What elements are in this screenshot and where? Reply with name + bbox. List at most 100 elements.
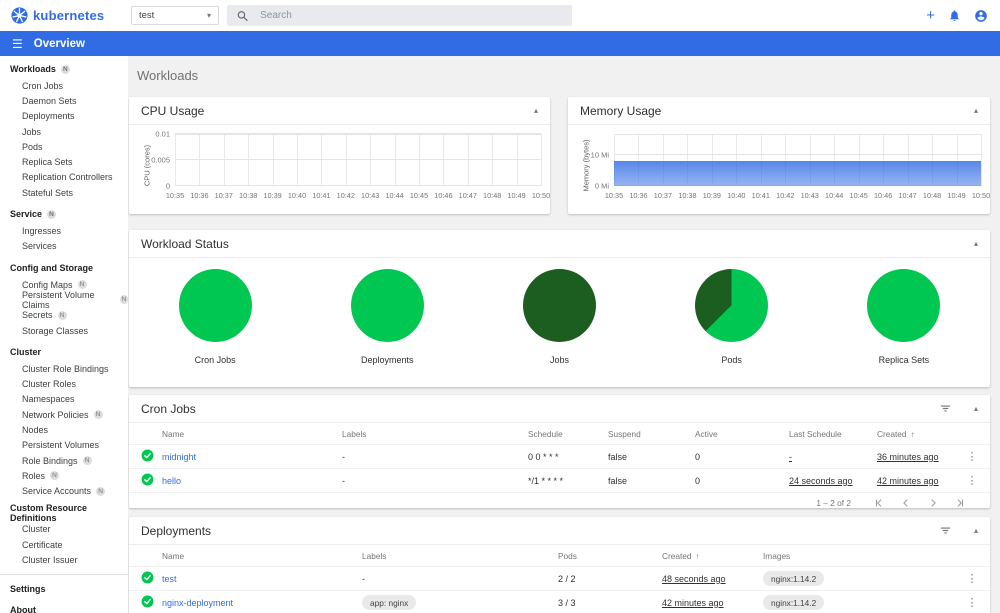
resource-name-link[interactable]: nginx-deployment <box>162 598 233 608</box>
workload-status-pie-pods: Pods <box>695 269 769 365</box>
x-axis-tick: 10:38 <box>678 191 697 200</box>
collapse-up-icon[interactable]: ▴ <box>974 239 978 248</box>
namespace-selector[interactable]: test ▾ <box>131 6 219 25</box>
sidebar-item-about[interactable]: About <box>0 600 128 613</box>
sidebar-item-label: Cluster Issuer <box>22 555 78 566</box>
sidebar-section-config-and-storage[interactable]: Config and Storage <box>0 259 128 277</box>
search-input[interactable] <box>260 10 562 21</box>
x-axis-tick: 10:45 <box>849 191 868 200</box>
pagination-range: 1 – 2 of 2 <box>816 497 851 508</box>
chart-gridline <box>175 134 176 186</box>
memory-usage-area-series <box>614 161 981 186</box>
status-ok-icon <box>129 473 162 488</box>
sidebar-section-workloads[interactable]: Workloads N <box>0 60 128 78</box>
filter-icon[interactable] <box>939 402 952 415</box>
row-menu-ellipsis-icon[interactable]: ⋮ <box>960 450 990 463</box>
last-page-icon[interactable] <box>955 498 965 508</box>
filter-icon[interactable] <box>939 524 952 537</box>
sidebar-item-network-policies[interactable]: Network Policies N <box>0 407 128 422</box>
sidebar-item-namespaces[interactable]: Namespaces <box>0 392 128 407</box>
row-menu-ellipsis-icon[interactable]: ⋮ <box>960 596 990 609</box>
kubernetes-logo[interactable]: kubernetes <box>11 7 121 24</box>
resource-name-link[interactable]: midnight <box>162 452 196 462</box>
x-axis-tick: 10:49 <box>507 191 526 200</box>
x-axis-tick: 10:50 <box>531 191 551 200</box>
create-plus-icon[interactable]: + <box>926 8 935 23</box>
sidebar-item-certificate[interactable]: Certificate <box>0 537 128 552</box>
sidebar-divider <box>0 573 128 575</box>
sidebar-item-role-bindings[interactable]: Role Bindings N <box>0 453 128 468</box>
sidebar-item-daemon-sets[interactable]: Daemon Sets <box>0 93 128 108</box>
sidebar-item-replication-controllers[interactable]: Replication Controllers <box>0 170 128 185</box>
table-row[interactable]: test - 2 / 2 48 seconds ago nginx:1.14.2 ⋮ <box>129 566 990 590</box>
sidebar-item-replica-sets[interactable]: Replica Sets <box>0 154 128 169</box>
table-row[interactable]: nginx-deployment app: nginx 3 / 3 42 minute… <box>129 590 990 613</box>
cell-schedule: 0 0 * * * <box>528 451 559 462</box>
sidebar-item-deployments[interactable]: Deployments <box>0 109 128 124</box>
column-header-labels[interactable]: Labels <box>342 429 528 439</box>
chart-gridline <box>467 134 469 186</box>
previous-page-icon[interactable] <box>901 498 911 508</box>
column-header-name[interactable]: Name <box>162 429 342 439</box>
sidebar-item-storage-classes[interactable]: Storage Classes <box>0 323 128 338</box>
collapse-up-icon[interactable]: ▴ <box>534 106 538 115</box>
sidebar-section-service[interactable]: Service N <box>0 205 128 223</box>
sidebar-item-persistent-volumes[interactable]: Persistent Volumes <box>0 438 128 453</box>
sidebar-item-jobs[interactable]: Jobs <box>0 124 128 139</box>
row-menu-ellipsis-icon[interactable]: ⋮ <box>960 474 990 487</box>
account-user-icon[interactable] <box>974 9 988 23</box>
sidebar-item-cluster-role-bindings[interactable]: Cluster Role Bindings <box>0 361 128 376</box>
table-header-row: Name Labels Pods Created ↑ Images <box>129 545 990 566</box>
column-header-schedule[interactable]: Schedule <box>528 429 608 439</box>
chart-gridline <box>394 134 396 186</box>
sidebar-item-cluster-issuer[interactable]: Cluster Issuer <box>0 552 128 567</box>
cpu-usage-title: CPU Usage <box>141 103 205 118</box>
sidebar-item-nodes[interactable]: Nodes <box>0 422 128 437</box>
column-header-pods[interactable]: Pods <box>558 551 662 561</box>
sidebar-item-pods[interactable]: Pods <box>0 139 128 154</box>
sidebar-item-cluster[interactable]: Cluster <box>0 522 128 537</box>
column-header-created[interactable]: Created ↑ <box>662 551 763 561</box>
sidebar-section-custom-resource-definitions[interactable]: Custom Resource Definitions <box>0 503 128 523</box>
column-header-images[interactable]: Images <box>763 551 960 561</box>
resource-name-link[interactable]: test <box>162 574 177 584</box>
sidebar-section-cluster[interactable]: Cluster <box>0 343 128 361</box>
pie-chart-label: Deployments <box>361 355 414 365</box>
y-axis-tick: 0.005 <box>151 155 170 165</box>
first-page-icon[interactable] <box>874 498 884 508</box>
column-header-suspend[interactable]: Suspend <box>608 429 695 439</box>
sidebar-item-service-accounts[interactable]: Service Accounts N <box>0 484 128 499</box>
column-header-created[interactable]: Created ↑ <box>877 429 960 439</box>
sidebar-item-cluster-roles[interactable]: Cluster Roles <box>0 376 128 391</box>
sidebar-item-label: Network Policies <box>22 409 89 420</box>
column-header-labels[interactable]: Labels <box>362 551 558 561</box>
sidebar-item-roles[interactable]: Roles N <box>0 468 128 483</box>
sidebar-item-services[interactable]: Services <box>0 239 128 254</box>
new-items-badge: N <box>119 295 128 305</box>
pie-chart-label: Cron Jobs <box>194 355 236 365</box>
chart-border-top <box>175 134 541 135</box>
next-page-icon[interactable] <box>928 498 938 508</box>
column-header-name[interactable]: Name <box>162 551 362 561</box>
notifications-bell-icon[interactable] <box>948 9 961 22</box>
menu-hamburger-icon[interactable]: ☰ <box>12 37 23 51</box>
collapse-up-icon[interactable]: ▴ <box>974 526 978 535</box>
sidebar-item-label: Config Maps <box>22 279 73 290</box>
table-row[interactable]: midnight - 0 0 * * * false 0 - 36 minutes ago ⋮ <box>129 444 990 468</box>
row-menu-ellipsis-icon[interactable]: ⋮ <box>960 572 990 585</box>
sidebar-item-settings[interactable]: Settings <box>0 579 128 600</box>
collapse-up-icon[interactable]: ▴ <box>974 404 978 413</box>
column-header-active[interactable]: Active <box>695 429 789 439</box>
table-row[interactable]: hello - */1 * * * * false 0 24 seconds ago 42 … <box>129 468 990 492</box>
sidebar-item-stateful-sets[interactable]: Stateful Sets <box>0 185 128 200</box>
column-header-last-schedule[interactable]: Last Schedule <box>789 429 877 439</box>
cell-labels: - <box>342 451 345 462</box>
x-axis-tick: 10:48 <box>483 191 502 200</box>
sidebar-item-ingresses[interactable]: Ingresses <box>0 223 128 238</box>
sidebar-item-persistent-volume-claims[interactable]: Persistent Volume Claims N <box>0 290 128 310</box>
search-bar[interactable] <box>227 5 572 26</box>
sidebar-item-cron-jobs[interactable]: Cron Jobs <box>0 78 128 93</box>
resource-name-link[interactable]: hello <box>162 476 181 486</box>
collapse-up-icon[interactable]: ▴ <box>974 106 978 115</box>
cell-pods: 3 / 3 <box>558 597 576 608</box>
